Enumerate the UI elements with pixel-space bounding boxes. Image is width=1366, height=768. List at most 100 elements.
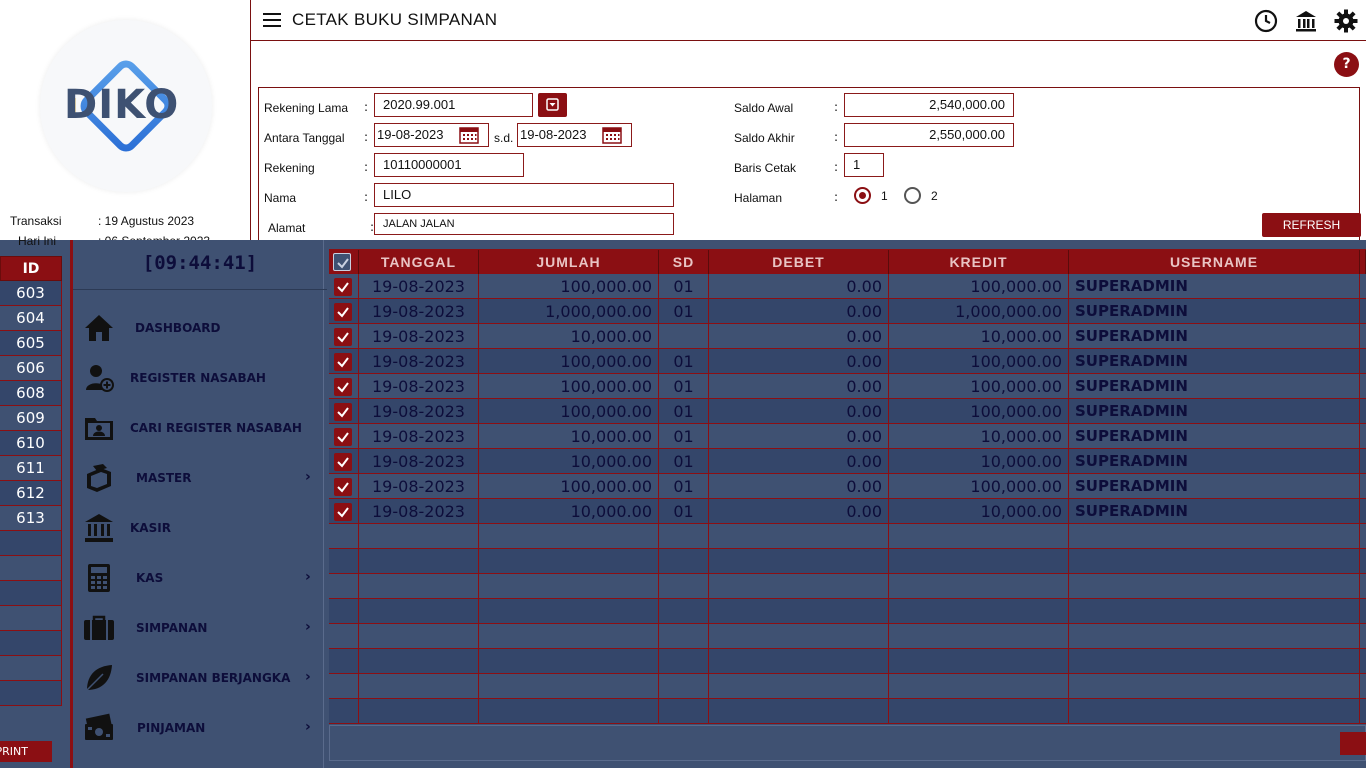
cell-filler: [1360, 524, 1366, 549]
cell-sd: [659, 674, 709, 699]
calendar-icon[interactable]: [459, 126, 479, 144]
nav-item-master[interactable]: MASTER ›: [73, 458, 327, 498]
cell-tanggal: [359, 549, 479, 574]
cell-username: [1069, 649, 1360, 674]
colon: :: [834, 130, 839, 144]
cell-kredit: 100,000.00: [889, 274, 1069, 299]
id-list-item[interactable]: 610: [0, 431, 62, 456]
id-list-item[interactable]: 604: [0, 306, 62, 331]
cell-debet: 0.00: [709, 374, 889, 399]
select-all-checkbox[interactable]: [329, 250, 359, 274]
row-checkbox[interactable]: [334, 278, 352, 296]
table-row[interactable]: 19-08-2023 10,000.00 0.00 10,000.00 SUPERADM…: [329, 324, 1366, 349]
bank-icon: [83, 512, 115, 544]
id-list-item[interactable]: 603: [0, 281, 62, 306]
cell-tanggal: 19-08-2023: [359, 499, 479, 524]
rekening-lama-field[interactable]: 2020.99.001: [374, 93, 533, 117]
cell-sd: 01: [659, 499, 709, 524]
column-header-kredit: KREDIT: [889, 250, 1069, 274]
cell-jumlah: [479, 624, 659, 649]
nav-item-kasir[interactable]: KASIR: [73, 508, 327, 548]
table-row[interactable]: 19-08-2023 10,000.00 01 0.00 10,000.00 SUPERA…: [329, 499, 1366, 524]
id-list-empty-item: [0, 681, 62, 706]
help-button[interactable]: ?: [1334, 52, 1359, 77]
row-checkbox[interactable]: [334, 428, 352, 446]
cell-username: SUPERADMIN: [1069, 324, 1360, 349]
bank-icon[interactable]: [1294, 9, 1318, 33]
table-row[interactable]: 19-08-2023 10,000.00 01 0.00 10,000.00 SUPERA…: [329, 424, 1366, 449]
id-list-item[interactable]: 606: [0, 356, 62, 381]
table-row[interactable]: 19-08-2023 10,000.00 01 0.00 10,000.00 SUPERA…: [329, 449, 1366, 474]
nav-item-kas[interactable]: KAS ›: [73, 558, 327, 598]
cell-jumlah: 100,000.00: [479, 349, 659, 374]
row-checkbox[interactable]: [334, 453, 352, 471]
cell-tanggal: [359, 524, 479, 549]
cell-sd: [659, 624, 709, 649]
nama-label: Nama: [264, 191, 297, 205]
sd-label: s.d.: [494, 131, 514, 145]
table-row[interactable]: 19-08-2023 100,000.00 01 0.00 100,000.00 SUPE…: [329, 274, 1366, 299]
id-list-item[interactable]: 605: [0, 331, 62, 356]
row-checkbox[interactable]: [334, 353, 352, 371]
footer-button[interactable]: [1340, 732, 1366, 755]
cell-username: [1069, 624, 1360, 649]
nav-item-dashboard[interactable]: DASHBOARD: [73, 308, 327, 348]
cell-debet: 0.00: [709, 499, 889, 524]
form-box: Rekening Lama : 2020.99.001 Antara Tangg…: [258, 87, 1360, 240]
cell-kredit: [889, 649, 1069, 674]
id-list-item[interactable]: 613: [0, 506, 62, 531]
hamburger-menu-icon[interactable]: [263, 13, 281, 27]
row-checkbox[interactable]: [334, 503, 352, 521]
row-checkbox[interactable]: [334, 378, 352, 396]
refresh-button[interactable]: REFRESH: [1262, 213, 1361, 237]
id-list-item[interactable]: 609: [0, 406, 62, 431]
nav-item-register-nasabah[interactable]: REGISTER NASABAH: [73, 358, 327, 398]
id-list-item[interactable]: 611: [0, 456, 62, 481]
cell-sd: 01: [659, 399, 709, 424]
alamat-field[interactable]: JALAN JALAN: [374, 213, 674, 235]
cell-debet: 0.00: [709, 324, 889, 349]
calendar-icon[interactable]: [602, 126, 622, 144]
id-list-item[interactable]: 608: [0, 381, 62, 406]
cell-kredit: 100,000.00: [889, 399, 1069, 424]
cell-kredit: [889, 674, 1069, 699]
row-checkbox[interactable]: [334, 328, 352, 346]
nama-field[interactable]: LILO: [374, 183, 674, 207]
chevron-right-icon: ›: [305, 619, 311, 635]
cell-username: SUPERADMIN: [1069, 474, 1360, 499]
table-row-empty: [329, 549, 1366, 574]
cell-kredit: 100,000.00: [889, 374, 1069, 399]
row-checkbox-cell: [329, 424, 359, 449]
cell-debet: [709, 574, 889, 599]
row-checkbox[interactable]: [334, 303, 352, 321]
print-button[interactable]: PRINT: [0, 741, 52, 762]
rekening-field[interactable]: 10110000001: [374, 153, 524, 177]
nav-item-pinjaman[interactable]: PINJAMAN ›: [73, 708, 327, 748]
nav-item-simpanan[interactable]: SIMPANAN ›: [73, 608, 327, 648]
settings-icon[interactable]: [1334, 9, 1358, 33]
rekening-lama-dropdown-button[interactable]: [538, 93, 567, 117]
id-list-item[interactable]: 612: [0, 481, 62, 506]
cell-sd: [659, 699, 709, 724]
table-row[interactable]: 19-08-2023 100,000.00 01 0.00 100,000.00 SUPE…: [329, 474, 1366, 499]
row-checkbox[interactable]: [334, 478, 352, 496]
cell-tanggal: [359, 624, 479, 649]
cell-sd: 01: [659, 449, 709, 474]
page-title: CETAK BUKU SIMPANAN: [292, 10, 498, 29]
cell-tanggal: 19-08-2023: [359, 324, 479, 349]
row-checkbox[interactable]: [334, 403, 352, 421]
nav-item-simpanan-berjangka[interactable]: SIMPANAN BERJANGKA ›: [73, 658, 327, 698]
column-header-jumlah: JUMLAH: [479, 250, 659, 274]
table-row[interactable]: 19-08-2023 100,000.00 01 0.00 100,000.00 SUPE…: [329, 349, 1366, 374]
history-icon[interactable]: [1254, 9, 1278, 33]
table-row[interactable]: 19-08-2023 100,000.00 01 0.00 100,000.00 SUPE…: [329, 399, 1366, 424]
halaman-radio-1[interactable]: [854, 187, 871, 204]
row-checkbox-cell: [329, 674, 359, 699]
nav-item-cari-register-nasabah[interactable]: CARI REGISTER NASABAH: [73, 408, 327, 448]
table-row-empty: [329, 624, 1366, 649]
baris-cetak-field[interactable]: 1: [844, 153, 884, 177]
row-checkbox-cell: [329, 699, 359, 724]
halaman-radio-2[interactable]: [904, 187, 921, 204]
table-row[interactable]: 19-08-2023 100,000.00 01 0.00 100,000.00 SUPE…: [329, 374, 1366, 399]
table-row[interactable]: 19-08-2023 1,000,000.00 01 0.00 1,000,000.00…: [329, 299, 1366, 324]
